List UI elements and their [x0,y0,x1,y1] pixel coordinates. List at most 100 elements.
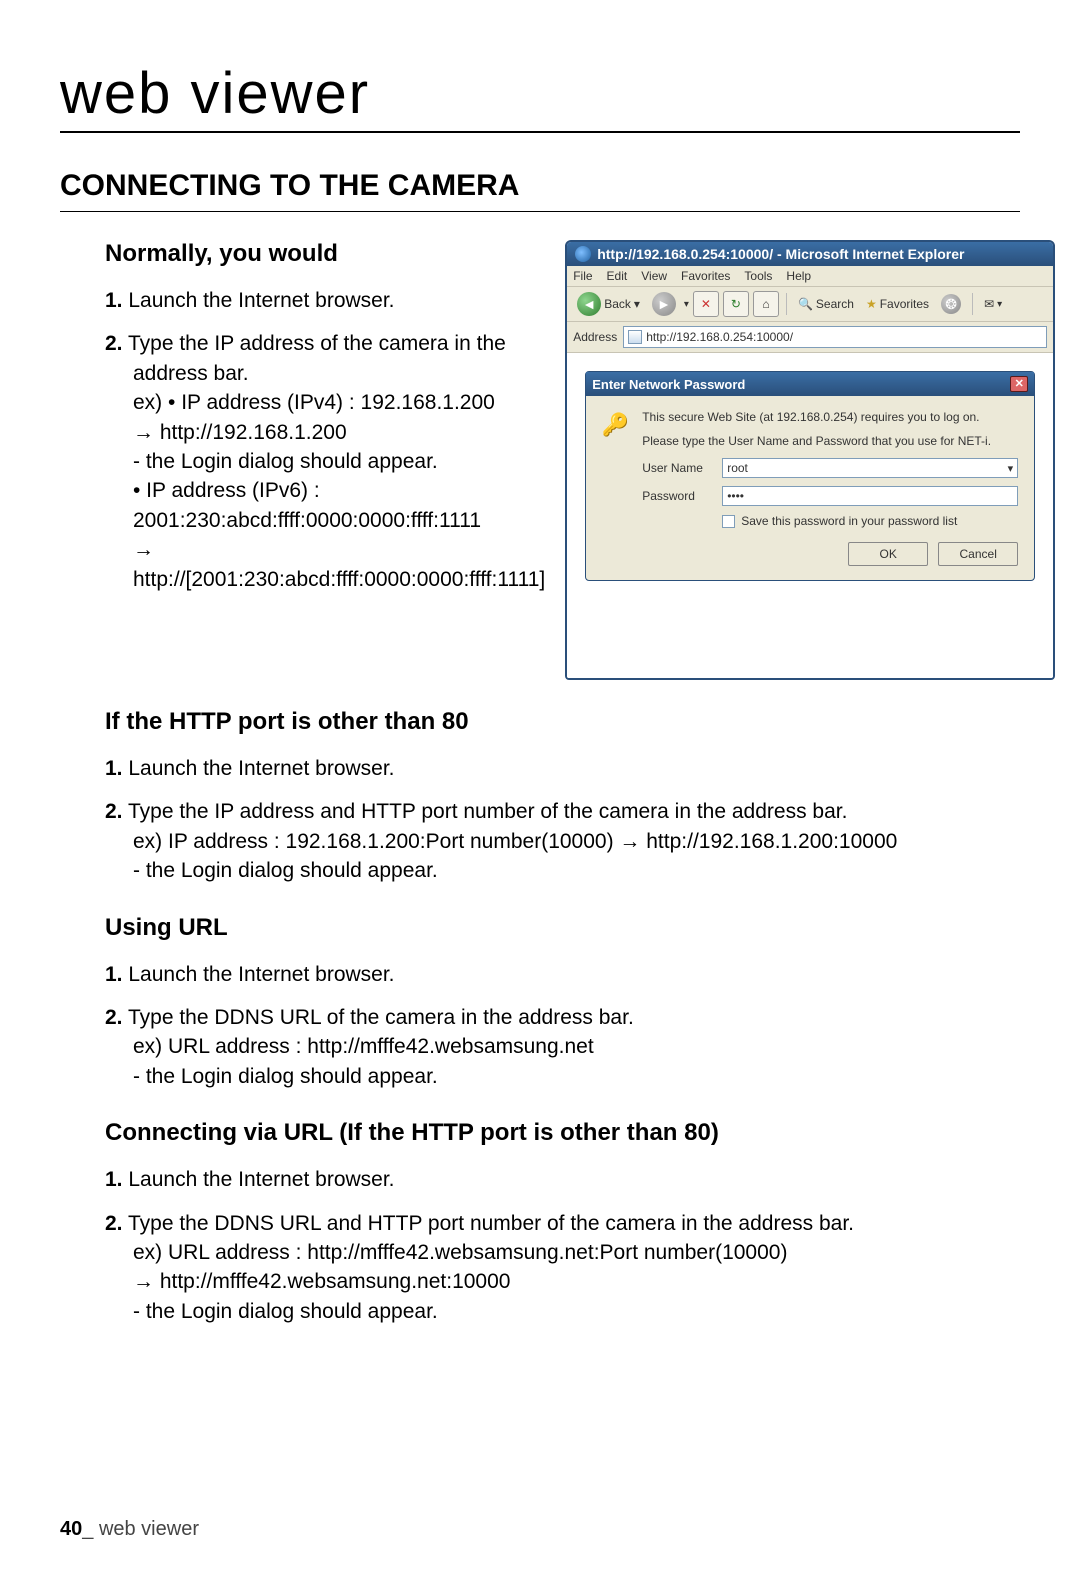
mail-icon: ✉ [984,297,994,311]
step-number: 1. [105,289,123,312]
list-item: 2. Type the IP address and HTTP port num… [105,797,1020,885]
step-number: 2. [105,1212,123,1235]
menu-file[interactable]: File [573,269,592,283]
step-detail: • IP address (IPv6) : 2001:230:abcd:ffff… [133,476,545,535]
toolbar-separator [786,293,787,315]
forward-button[interactable]: ► [648,291,680,317]
step-detail: - the Login dialog should appear. [133,447,545,476]
browser-toolbar: ◄ Back ▾ ► ▾ ✕ ↻ ⌂ 🔍Search ★Favorites ❂ … [567,287,1053,322]
home-icon: ⌂ [762,297,769,311]
dialog-title-bar: Enter Network Password ✕ [586,372,1034,396]
browser-title-bar: http://192.168.0.254:10000/ - Microsoft … [567,242,1053,266]
cancel-button[interactable]: Cancel [938,542,1018,566]
step-number: 2. [105,1006,123,1029]
step-detail: - the Login dialog should appear. [133,1297,1020,1326]
subheading-url-port: Connecting via URL (If the HTTP port is … [105,1119,1020,1147]
keys-icon: 🔑 [600,410,630,566]
step-detail: ex) URL address : http://mfffe42.websams… [133,1238,1020,1267]
step-text: Launch the Internet browser. [123,1168,395,1191]
step-detail: - the Login dialog should appear. [133,1062,1020,1091]
subheading-using-url: Using URL [105,914,1020,942]
close-button[interactable]: ✕ [1010,376,1028,392]
media-button[interactable]: ❂ [937,291,965,317]
menu-view[interactable]: View [641,269,667,283]
step-number: 1. [105,1168,123,1191]
browser-title-text: http://192.168.0.254:10000/ - Microsoft … [597,246,964,262]
ok-button[interactable]: OK [848,542,928,566]
login-dialog: Enter Network Password ✕ 🔑 This secure W… [585,371,1035,581]
list-item: 1. Launch the Internet browser. [105,286,545,315]
menu-help[interactable]: Help [786,269,811,283]
step-number: 1. [105,757,123,780]
media-icon: ❂ [941,294,961,314]
step-number: 1. [105,963,123,986]
step-detail: ex) IP address : 192.168.1.200:Port numb… [133,827,1020,856]
toolbar-separator [972,293,973,315]
subheading-http-port: If the HTTP port is other than 80 [105,708,1020,736]
chevron-down-icon: ▾ [997,299,1002,310]
footer-sep: _ [82,1518,99,1540]
search-button[interactable]: 🔍Search [794,291,858,317]
chevron-down-icon: ▾ [634,297,640,311]
password-label: Password [642,489,712,503]
step-text: Type the IP address and HTTP port number… [123,800,848,823]
favorites-label: Favorites [880,297,929,311]
step-detail: → http://[2001:230:abcd:ffff:0000:0000:f… [133,535,545,594]
stop-button[interactable]: ✕ [693,291,719,317]
address-value: http://192.168.0.254:10000/ [646,330,793,344]
mail-button[interactable]: ✉▾ [980,291,1006,317]
search-icon: 🔍 [798,297,813,311]
step-text: Type the DDNS URL of the camera in the a… [123,1006,634,1029]
favorites-button[interactable]: ★Favorites [862,291,933,317]
dialog-message-1: This secure Web Site (at 192.168.0.254) … [642,410,1018,424]
username-value: root [727,461,748,475]
list-item: 2. Type the DDNS URL and HTTP port numbe… [105,1209,1020,1327]
address-label: Address [573,330,617,344]
page-footer: 40_ web viewer [60,1518,199,1541]
step-text: Type the IP address of the camera in the… [123,332,506,384]
save-password-label: Save this password in your password list [741,514,957,528]
step-number: 2. [105,800,123,823]
address-input[interactable]: http://192.168.0.254:10000/ [623,326,1047,348]
step-number: 2. [105,332,123,355]
chevron-down-icon: ▾ [684,299,689,310]
refresh-button[interactable]: ↻ [723,291,749,317]
stop-icon: ✕ [701,297,711,311]
star-icon: ★ [866,297,877,311]
step-text: Launch the Internet browser. [123,757,395,780]
password-value: •••• [727,489,744,503]
menu-favorites[interactable]: Favorites [681,269,730,283]
step-text: Type the DDNS URL and HTTP port number o… [123,1212,854,1235]
step-detail: → http://mfffe42.websamsung.net:10000 [133,1267,1020,1296]
back-button[interactable]: ◄ Back ▾ [573,291,644,317]
menu-tools[interactable]: Tools [744,269,772,283]
back-arrow-icon: ◄ [577,292,601,316]
password-field[interactable]: •••• [722,486,1018,506]
footer-label: web viewer [99,1518,199,1540]
save-password-checkbox[interactable] [722,515,735,528]
browser-window: http://192.168.0.254:10000/ - Microsoft … [565,240,1055,680]
section-heading: CONNECTING TO THE CAMERA [60,169,1020,212]
list-item: 1. Launch the Internet browser. [105,960,1020,989]
step-detail: ex) URL address : http://mfffe42.websams… [133,1032,1020,1061]
step-text: Launch the Internet browser. [123,289,395,312]
list-item: 2. Type the IP address of the camera in … [105,329,545,594]
page-number: 40 [60,1518,82,1540]
menu-edit[interactable]: Edit [607,269,628,283]
browser-menu-bar: File Edit View Favorites Tools Help [567,266,1053,287]
step-detail: ex) • IP address (IPv4) : 192.168.1.200 [133,388,545,417]
dialog-message-2: Please type the User Name and Password t… [642,434,1018,448]
username-label: User Name [642,461,712,475]
subheading-normally: Normally, you would [105,240,545,268]
forward-arrow-icon: ► [652,292,676,316]
home-button[interactable]: ⌂ [753,291,779,317]
step-detail: → http://192.168.1.200 [133,418,545,447]
step-text: Launch the Internet browser. [123,963,395,986]
list-item: 1. Launch the Internet browser. [105,754,1020,783]
step-detail: - the Login dialog should appear. [133,856,1020,885]
page-title: web viewer [60,60,1020,133]
page-icon [628,330,642,344]
list-item: 1. Launch the Internet browser. [105,1165,1020,1194]
back-label: Back [604,297,631,311]
username-field[interactable]: root [722,458,1018,478]
